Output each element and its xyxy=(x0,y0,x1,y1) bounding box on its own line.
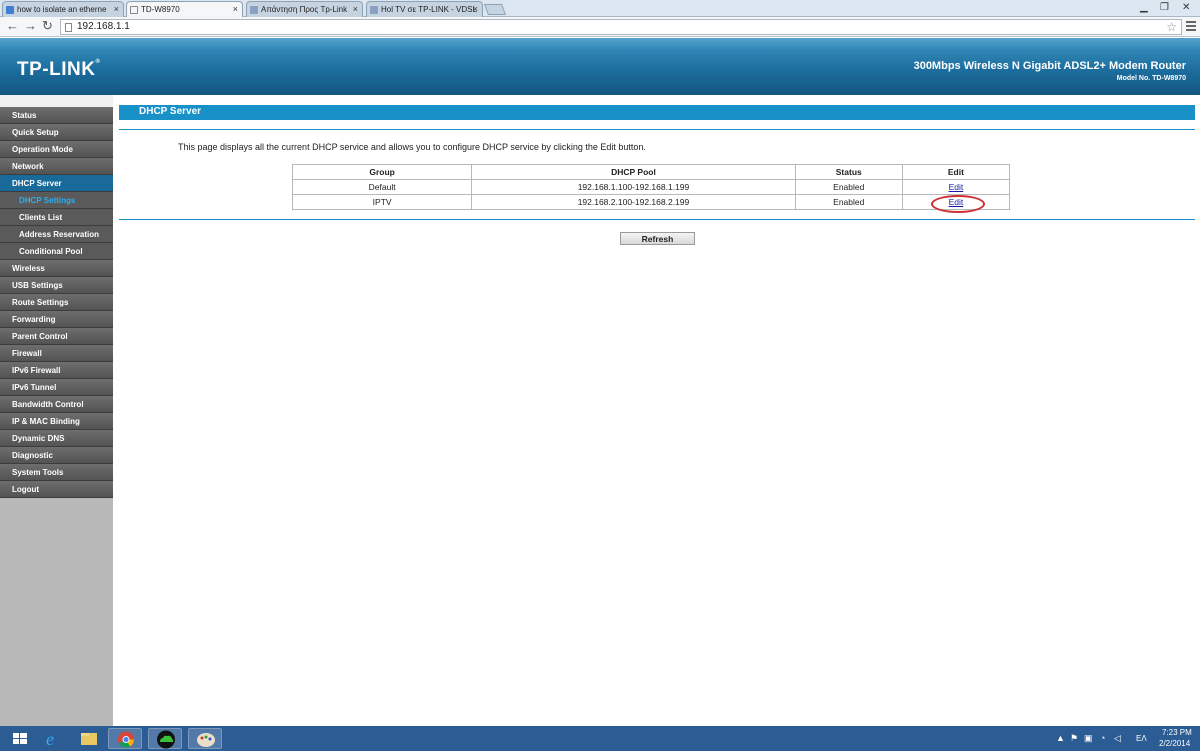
header-swoosh xyxy=(0,38,1200,50)
dhcp-pool-table: Group DHCP Pool Status Edit Default 192.… xyxy=(291,164,1011,210)
page-icon xyxy=(65,23,72,32)
monitor-icon[interactable]: ▣ xyxy=(1084,733,1093,744)
browser-tab-label: Hol TV σε TP-LINK - VDSL xyxy=(381,5,477,14)
clock-time[interactable]: 7:23 PM xyxy=(1162,728,1192,737)
new-tab-button[interactable] xyxy=(483,4,507,15)
browser-tab[interactable]: Απάντηση Προς Tp-Link × xyxy=(246,1,363,17)
language-indicator[interactable]: ΕΛ xyxy=(1136,734,1147,743)
router-header: TP-LINK® 300Mbps Wireless N Gigabit ADSL… xyxy=(0,38,1200,95)
product-name: 300Mbps Wireless N Gigabit ADSL2+ Modem … xyxy=(913,60,1186,72)
browser-tab-label: Απάντηση Προς Tp-Link xyxy=(261,5,348,14)
cell-group: Default xyxy=(291,179,473,195)
sidebar-item-quick-setup[interactable]: Quick Setup xyxy=(0,124,113,141)
browser-tab-active[interactable]: TD-W8970 × xyxy=(126,1,243,17)
page-description: This page displays all the current DHCP … xyxy=(178,142,646,152)
column-header-edit: Edit xyxy=(901,164,1011,180)
back-icon[interactable]: ← xyxy=(6,19,19,33)
sidebar-item-usb-settings[interactable]: USB Settings xyxy=(0,277,113,294)
close-window-icon[interactable]: ✕ xyxy=(1182,2,1190,13)
windows-logo-icon xyxy=(13,733,27,744)
browser-toolbar: ← → ↻ 192.168.1.1 ☆ xyxy=(0,17,1200,37)
sidebar-item-dhcp-server[interactable]: DHCP Server xyxy=(0,175,113,192)
cell-edit: Edit xyxy=(901,179,1011,195)
address-text: 192.168.1.1 xyxy=(77,21,130,32)
forward-icon[interactable]: → xyxy=(24,19,37,33)
browser-tab-label: how to isolate an etherne xyxy=(17,5,107,14)
highlight-circle xyxy=(931,195,985,213)
sidebar-item-logout[interactable]: Logout xyxy=(0,481,113,498)
divider xyxy=(119,219,1195,220)
favicon-icon xyxy=(250,6,258,14)
sidebar-item-conditional-pool[interactable]: Conditional Pool xyxy=(0,243,113,260)
browser-tab-bar: how to isolate an etherne × TD-W8970 × Α… xyxy=(0,0,1200,17)
action-center-flag-icon[interactable]: ⚑ xyxy=(1070,733,1078,744)
section-title: DHCP Server xyxy=(119,105,1195,120)
address-bar[interactable]: 192.168.1.1 ☆ xyxy=(60,19,1182,35)
sidebar-item-bandwidth-control[interactable]: Bandwidth Control xyxy=(0,396,113,413)
close-tab-icon[interactable]: × xyxy=(473,4,478,14)
close-tab-icon[interactable]: × xyxy=(114,4,119,14)
sidebar-item-ipv6-tunnel[interactable]: IPv6 Tunnel xyxy=(0,379,113,396)
paint-icon[interactable] xyxy=(188,728,222,749)
sidebar-item-forwarding[interactable]: Forwarding xyxy=(0,311,113,328)
sidebar-item-operation-mode[interactable]: Operation Mode xyxy=(0,141,113,158)
sidebar-item-diagnostic[interactable]: Diagnostic xyxy=(0,447,113,464)
browser-tab-label: TD-W8970 xyxy=(141,5,180,14)
close-tab-icon[interactable]: × xyxy=(353,4,358,14)
sidebar-item-parent-control[interactable]: Parent Control xyxy=(0,328,113,345)
column-header-dhcp-pool: DHCP Pool xyxy=(471,164,796,180)
restore-icon[interactable]: ❐ xyxy=(1160,2,1169,13)
cell-dhcp-pool: 192.168.1.100-192.168.1.199 xyxy=(471,179,796,195)
sidebar-item-dynamic-dns[interactable]: Dynamic DNS xyxy=(0,430,113,447)
sidebar-item-route-settings[interactable]: Route Settings xyxy=(0,294,113,311)
cell-group: IPTV xyxy=(291,194,473,210)
cell-status: Enabled xyxy=(794,179,903,195)
close-tab-icon[interactable]: × xyxy=(233,4,238,14)
app-cloud-icon[interactable] xyxy=(148,728,182,749)
table-row: Default 192.168.1.100-192.168.1.199 Enab… xyxy=(291,179,1011,195)
minimize-icon[interactable]: ▁ xyxy=(1140,2,1148,13)
cell-dhcp-pool: 192.168.2.100-192.168.2.199 xyxy=(471,194,796,210)
internet-explorer-icon[interactable]: e xyxy=(36,728,70,749)
page-icon xyxy=(130,6,138,14)
clock-date[interactable]: 2/2/2014 xyxy=(1159,739,1190,748)
refresh-button[interactable]: Refresh xyxy=(620,232,695,245)
sidebar-item-wireless[interactable]: Wireless xyxy=(0,260,113,277)
chrome-icon[interactable] xyxy=(108,728,142,749)
network-icon[interactable]: ◔ xyxy=(1100,733,1105,743)
cell-status: Enabled xyxy=(794,194,903,210)
model-number: Model No. TD-W8970 xyxy=(1116,75,1186,82)
sidebar-item-status[interactable]: Status xyxy=(0,107,113,124)
sidebar-item-address-reservation[interactable]: Address Reservation xyxy=(0,226,113,243)
favicon-icon xyxy=(6,6,14,14)
column-header-group: Group xyxy=(291,164,473,180)
file-explorer-icon[interactable] xyxy=(72,728,106,749)
favicon-icon xyxy=(370,6,378,14)
sidebar-menu: Status Quick Setup Operation Mode Network DH… xyxy=(0,95,113,726)
browser-menu-icon[interactable] xyxy=(1186,21,1196,31)
divider xyxy=(119,129,1195,130)
show-hidden-icons-icon[interactable]: ▲ xyxy=(1056,733,1065,743)
table-header-row: Group DHCP Pool Status Edit xyxy=(291,164,1011,180)
sidebar-item-clients-list[interactable]: Clients List xyxy=(0,209,113,226)
sidebar-item-system-tools[interactable]: System Tools xyxy=(0,464,113,481)
browser-tab[interactable]: Hol TV σε TP-LINK - VDSL × xyxy=(366,1,483,17)
sidebar-item-dhcp-settings[interactable]: DHCP Settings xyxy=(0,192,113,209)
table-row: IPTV 192.168.2.100-192.168.2.199 Enabled… xyxy=(291,194,1011,210)
sidebar-item-network[interactable]: Network xyxy=(0,158,113,175)
start-button[interactable] xyxy=(4,728,38,749)
svg-text:e: e xyxy=(46,729,54,749)
sidebar-item-ip-mac-binding[interactable]: IP & MAC Binding xyxy=(0,413,113,430)
reload-icon[interactable]: ↻ xyxy=(42,19,53,33)
sidebar-item-ipv6-firewall[interactable]: IPv6 Firewall xyxy=(0,362,113,379)
browser-tab[interactable]: how to isolate an etherne × xyxy=(2,1,124,17)
volume-icon[interactable]: ◁ xyxy=(1114,733,1121,744)
windows-taskbar: e ▲ ⚑ ▣ ◔ ◁ ΕΛ 7:23 PM 2/2/2014 xyxy=(0,726,1200,751)
column-header-status: Status xyxy=(794,164,903,180)
sidebar-item-firewall[interactable]: Firewall xyxy=(0,345,113,362)
main-content: DHCP Server This page displays all the c… xyxy=(113,95,1200,726)
edit-link-default[interactable]: Edit xyxy=(949,182,964,192)
bookmark-star-icon[interactable]: ☆ xyxy=(1166,20,1177,34)
tp-link-logo: TP-LINK® xyxy=(17,59,101,80)
